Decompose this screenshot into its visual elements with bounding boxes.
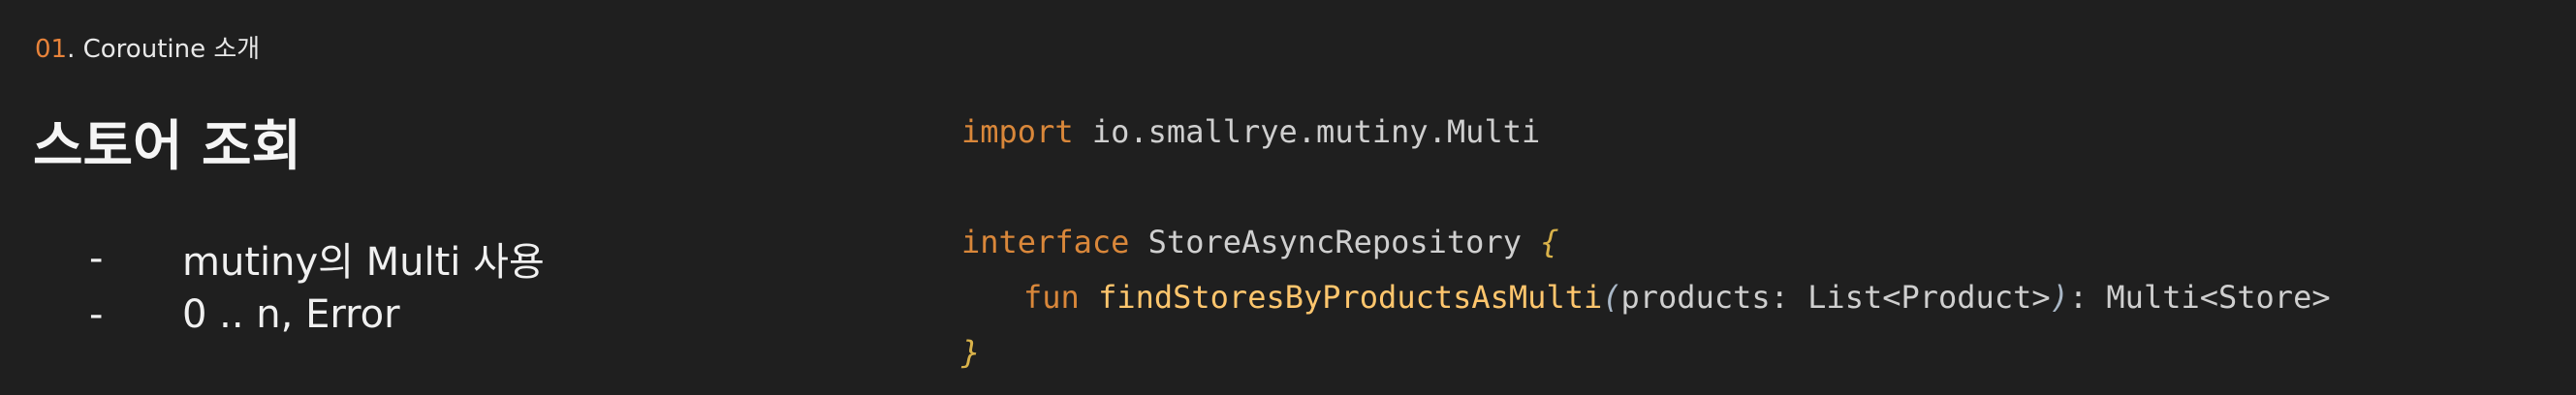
slide: 01. Coroutine 소개 스토어 조회 - mutiny의 Multi …	[0, 0, 2576, 395]
close-paren: )	[2050, 279, 2069, 316]
bullet-text: 0 .. n, Error	[182, 292, 400, 337]
import-keyword: import	[961, 113, 1074, 150]
section-number: 01	[35, 35, 68, 64]
bullet-text: mutiny의 Multi 사용	[182, 240, 545, 285]
open-brace: {	[1540, 224, 1559, 260]
slide-title: 스토어 조회	[33, 115, 302, 178]
section-label: 01. Coroutine 소개	[35, 29, 260, 65]
code-block: import io.smallrye.mutiny.Multi interfac…	[961, 105, 2331, 380]
code-line-close: }	[961, 325, 2331, 380]
code-line-function: fun findStoresByProductsAsMulti(products…	[961, 270, 2331, 325]
interface-keyword: interface	[961, 224, 1130, 260]
code-line-import: import io.smallrye.mutiny.Multi	[961, 105, 2331, 160]
function-params: products: List<Product>	[1620, 279, 2051, 316]
function-name: findStoresByProductsAsMulti	[1079, 279, 1603, 316]
close-brace: }	[961, 334, 981, 371]
bullet-item: - mutiny의 Multi 사용	[89, 230, 545, 287]
import-path: io.smallrye.mutiny.Multi	[1073, 113, 1541, 150]
fun-keyword: fun	[1023, 279, 1080, 316]
bullet-dash: -	[89, 236, 104, 281]
bullet-dash: -	[89, 292, 104, 337]
bullet-item: - 0 .. n, Error	[89, 287, 545, 343]
code-line-interface: interface StoreAsyncRepository {	[961, 215, 2331, 270]
section-title: . Coroutine 소개	[67, 35, 261, 64]
return-type: : Multi<Store>	[2068, 279, 2331, 316]
open-paren: (	[1602, 279, 1621, 316]
interface-name: StoreAsyncRepository	[1129, 224, 1541, 260]
bullet-list: - mutiny의 Multi 사용 - 0 .. n, Error	[89, 230, 545, 343]
